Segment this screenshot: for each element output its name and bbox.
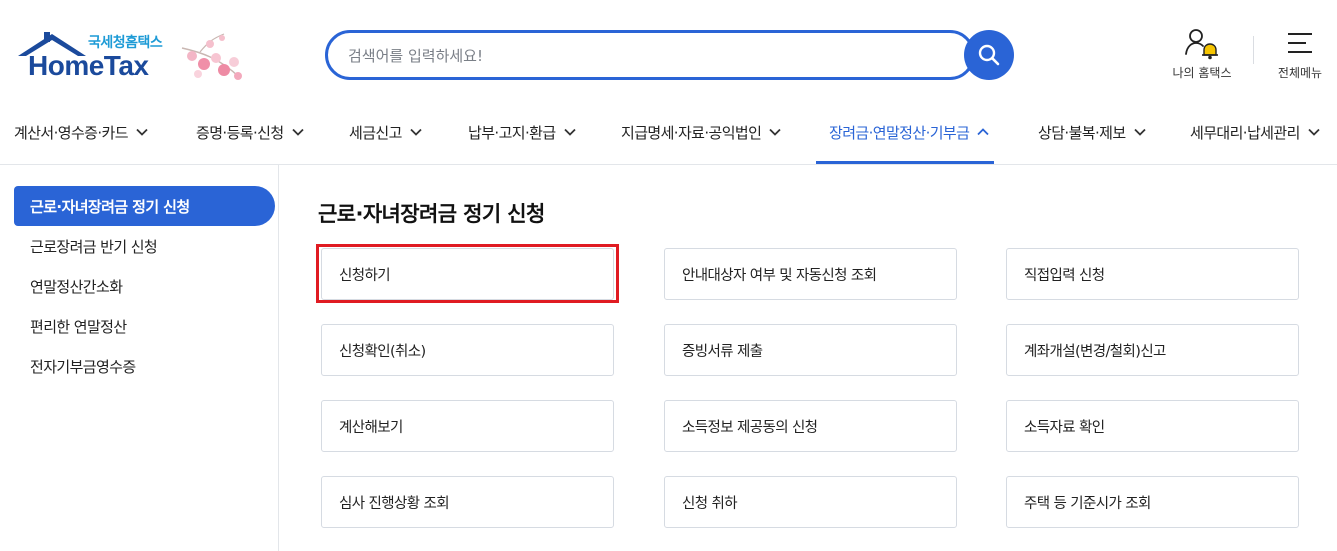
site-header: 국세청홈택스 HomeTax 검색어를 입력하세요! 나의 홈택스 전체메뉴 계… (0, 0, 1337, 165)
search-box (325, 30, 975, 80)
nav-item-tax-filing[interactable]: 세금신고 (349, 112, 422, 152)
user-bell-icon (1185, 29, 1218, 60)
nav-item-label: 장려금·연말정산·기부금 (829, 123, 970, 142)
card-eligibility-check[interactable]: 안내대상자 여부 및 자동신청 조회 (664, 248, 957, 300)
all-menu-button[interactable]: 전체메뉴 (1268, 28, 1332, 84)
sidebar-item-label: 근로장려금 반기 신청 (30, 237, 158, 256)
card-label: 증빙서류 제출 (682, 343, 763, 360)
nav-item-certificates[interactable]: 증명·등록·신청 (196, 112, 304, 152)
card-label: 소득자료 확인 (1024, 419, 1105, 436)
sidebar-item-label: 근로·자녀장려금 정기 신청 (30, 197, 190, 216)
nav-item-label: 증명·등록·신청 (196, 123, 284, 142)
card-calculate[interactable]: 계산해보기 (321, 400, 614, 452)
sidebar-item-year-end-simplified[interactable]: 연말정산간소화 (14, 266, 275, 306)
chevron-up-icon (977, 128, 989, 136)
nav-item-label: 지급명세·자료·공익법인 (621, 123, 762, 142)
card-income-data[interactable]: 소득자료 확인 (1006, 400, 1299, 452)
nav-item-label: 계산서·영수증·카드 (14, 123, 129, 142)
chevron-down-icon (1133, 128, 1146, 136)
chevron-down-icon (1308, 128, 1320, 136)
sidebar-item-label: 편리한 연말정산 (30, 317, 127, 336)
sidebar: 근로·자녀장려금 정기 신청 근로장려금 반기 신청 연말정산간소화 편리한 연… (0, 165, 279, 551)
card-apply[interactable]: 신청하기 (321, 248, 614, 300)
card-label: 직접입력 신청 (1024, 267, 1105, 284)
sidebar-item-convenient-year-end[interactable]: 편리한 연말정산 (14, 306, 275, 346)
nav-item-label: 납부·고지·환급 (468, 123, 556, 142)
card-bank-account[interactable]: 계좌개설(변경/철회)신고 (1006, 324, 1299, 376)
chevron-down-icon (291, 128, 304, 136)
search-input[interactable] (348, 44, 948, 68)
nav-item-tax-agent[interactable]: 세무대리·납세관리 (1190, 112, 1320, 152)
cherry-blossom-icon (181, 33, 242, 80)
search-button[interactable] (964, 30, 1014, 80)
nav-active-underline (816, 161, 994, 164)
nav-item-label: 상담·불복·제보 (1038, 123, 1126, 142)
search-icon (978, 44, 1000, 66)
card-label: 심사 진행상황 조회 (339, 495, 450, 512)
card-label: 계산해보기 (339, 419, 403, 436)
card-direct-input[interactable]: 직접입력 신청 (1006, 248, 1299, 300)
card-label: 신청하기 (339, 267, 391, 284)
card-withdraw[interactable]: 신청 취하 (664, 476, 957, 528)
card-housing-price[interactable]: 주택 등 기준시가 조회 (1006, 476, 1299, 528)
nav-item-incentives[interactable]: 장려금·연말정산·기부금 (829, 112, 989, 152)
nav-item-consultation[interactable]: 상담·불복·제보 (1038, 112, 1146, 152)
card-label: 계좌개설(변경/철회)신고 (1024, 343, 1166, 360)
my-hometax-label: 나의 홈택스 (1172, 66, 1232, 80)
chevron-down-icon (769, 128, 781, 136)
nav-item-payment[interactable]: 납부·고지·환급 (468, 112, 576, 152)
card-label: 주택 등 기준시가 조회 (1024, 495, 1151, 512)
nav-item-invoices[interactable]: 계산서·영수증·카드 (14, 112, 148, 152)
sidebar-item-donation-receipt[interactable]: 전자기부금영수증 (14, 346, 275, 386)
sidebar-item-regular-application[interactable]: 근로·자녀장려금 정기 신청 (14, 186, 275, 226)
chevron-down-icon (410, 128, 422, 136)
card-submit-documents[interactable]: 증빙서류 제출 (664, 324, 957, 376)
card-label: 신청 취하 (682, 495, 738, 512)
nav-item-label: 세무대리·납세관리 (1190, 123, 1300, 142)
nav-item-payment-statements[interactable]: 지급명세·자료·공익법인 (621, 112, 781, 152)
my-hometax-button[interactable]: 나의 홈택스 (1162, 28, 1242, 84)
main-nav: 계산서·영수증·카드 증명·등록·신청 세금신고 납부·고지·환급 지급명세·자… (0, 100, 1337, 164)
logo-english-text: HomeTax (28, 50, 149, 81)
all-menu-label: 전체메뉴 (1277, 66, 1323, 80)
page-title: 근로·자녀장려금 정기 신청 (318, 202, 545, 226)
header-divider (1253, 36, 1254, 64)
nav-item-label: 세금신고 (349, 123, 402, 142)
card-application-confirm[interactable]: 신청확인(취소) (321, 324, 614, 376)
sidebar-item-semiannual-application[interactable]: 근로장려금 반기 신청 (14, 226, 275, 266)
chevron-down-icon (136, 128, 148, 136)
sidebar-item-label: 전자기부금영수증 (30, 357, 136, 376)
chevron-down-icon (563, 128, 576, 136)
card-label: 신청확인(취소) (339, 343, 426, 360)
hometax-logo[interactable]: 국세청홈택스 HomeTax (14, 22, 249, 88)
hamburger-menu-icon (1288, 33, 1312, 53)
card-label: 소득정보 제공동의 신청 (682, 419, 818, 436)
card-review-status[interactable]: 심사 진행상황 조회 (321, 476, 614, 528)
sidebar-item-label: 연말정산간소화 (30, 277, 123, 296)
logo-korean-text: 국세청홈택스 (88, 35, 163, 51)
card-income-consent[interactable]: 소득정보 제공동의 신청 (664, 400, 957, 452)
card-label: 안내대상자 여부 및 자동신청 조회 (682, 267, 877, 284)
